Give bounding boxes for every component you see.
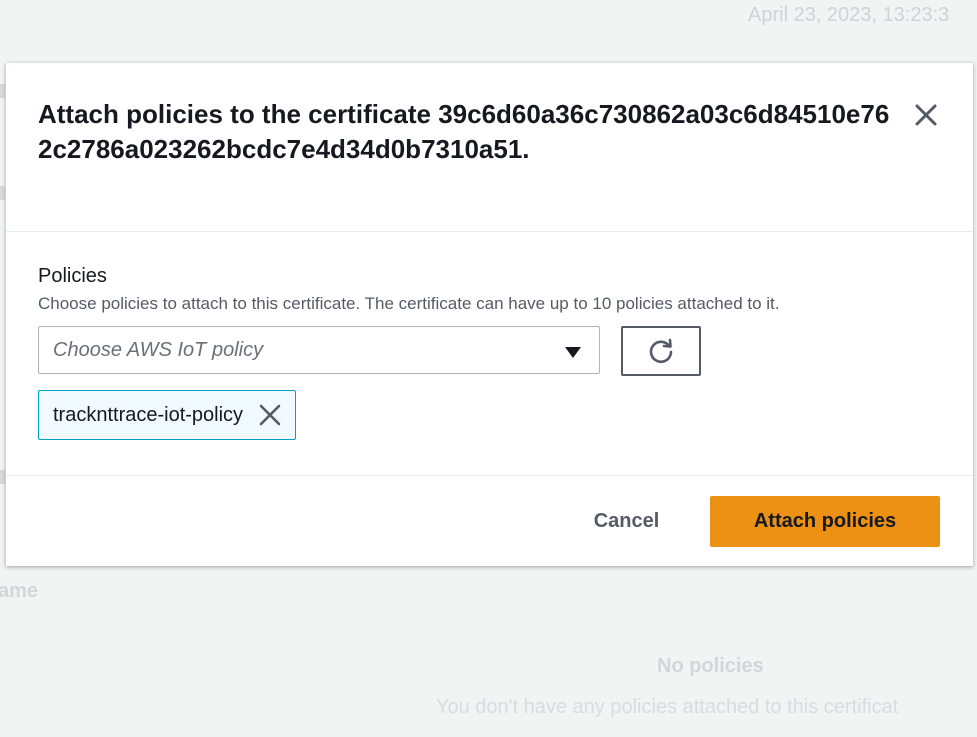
policy-select-placeholder: Choose AWS IoT policy	[53, 338, 264, 361]
background-empty-title: No policies	[657, 655, 764, 677]
modal-body: Policies Choose policies to attach to th…	[38, 263, 938, 440]
caret-down-icon	[565, 347, 581, 358]
refresh-icon	[649, 338, 673, 364]
policies-description: Choose policies to attach to this certif…	[38, 294, 780, 313]
background-edge-mark	[0, 186, 5, 200]
selected-policy-token: tracknttrace-iot-policy	[38, 390, 297, 440]
close-button[interactable]	[910, 99, 942, 131]
attach-policies-modal: Attach policies to the certificate 39c6d…	[6, 63, 973, 566]
background-edge-mark	[0, 84, 5, 98]
policy-select[interactable]: Choose AWS IoT policy	[38, 326, 600, 374]
selected-policy-label: tracknttrace-iot-policy	[53, 403, 244, 426]
policies-label: Policies	[38, 265, 107, 287]
background-column-header: ame	[0, 580, 39, 602]
refresh-button[interactable]	[621, 326, 701, 376]
remove-policy-button[interactable]	[257, 402, 283, 428]
cancel-button[interactable]: Cancel	[574, 496, 679, 547]
background-empty-description: You don't have any policies attached to …	[436, 696, 899, 718]
attach-policies-button[interactable]: Attach policies	[710, 496, 940, 547]
dismiss-icon	[259, 404, 281, 426]
background-edge-mark	[0, 470, 5, 484]
close-icon	[915, 104, 937, 126]
modal-title: Attach policies to the certificate 39c6d…	[38, 99, 890, 164]
policy-select-row: Choose AWS IoT policy	[38, 326, 938, 378]
modal-header: Attach policies to the certificate 39c6d…	[6, 63, 973, 232]
background-timestamp: April 23, 2023, 13:23:3	[748, 4, 950, 26]
modal-footer: Cancel Attach policies	[6, 475, 973, 567]
